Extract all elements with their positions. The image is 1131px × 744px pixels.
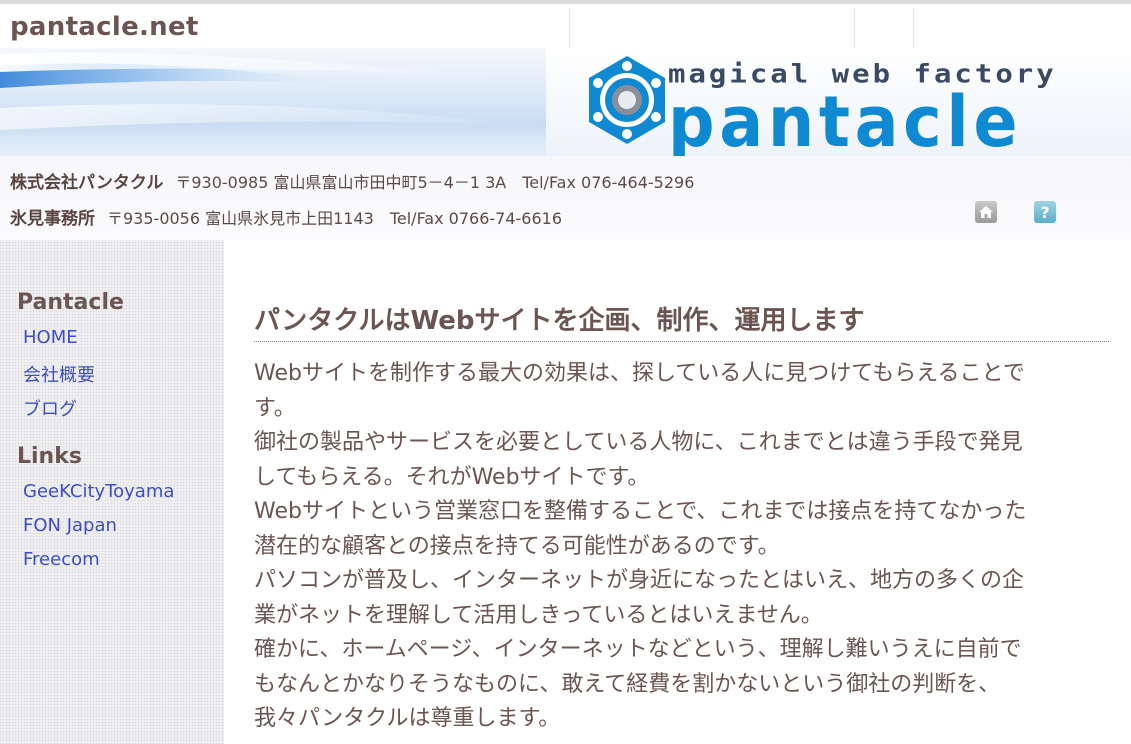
paragraph-line: す。: [254, 395, 296, 421]
paragraph-line: 業がネットを理解して活用しきっているとはいえません。: [254, 602, 823, 628]
sidebar-item-freecom[interactable]: Freecom: [23, 549, 100, 570]
branch-office-address: 〒935-0056 富山県氷見市上田1143 Tel/Fax 0766-74-6…: [107, 209, 563, 228]
sidebar-item-company[interactable]: 会社概要: [23, 361, 95, 387]
paragraph-line: 御社の製品やサービスを必要としている人物に、これまでとは違う手段で発見: [254, 430, 1023, 455]
main-office-line: 株式会社パンタクル 〒930-0985 富山県富山市田中町5－4－1 3A Tel…: [10, 168, 694, 193]
paragraph-line: してもらえる。それがWebサイトです。: [254, 464, 650, 490]
paragraph-line: パソコンが普及し、インターネットが身近になったとはいえ、地方の多くの企: [254, 568, 1025, 593]
sidebar-item-geekcitytoyama[interactable]: GeeKCityToyama: [23, 481, 174, 502]
sidebar-heading-pantacle: Pantacle: [17, 290, 124, 315]
paragraph-line: もなんとかなりそうなものに、敢えて経費を割かないという御社の判断を、: [254, 671, 1001, 697]
company-info: 株式会社パンタクル 〒930-0985 富山県富山市田中町5－4－1 3A Tel…: [0, 156, 1131, 240]
main-content: パンタクルはWebサイトを企画、制作、運用します Webサイトを制作する最大の効…: [224, 240, 1131, 744]
title-divider: [913, 8, 914, 48]
help-glyph: ?: [1040, 202, 1050, 222]
page-heading: パンタクルはWebサイトを企画、制作、運用します: [254, 306, 865, 336]
sidebar-item-blog[interactable]: ブログ: [23, 395, 77, 421]
branch-office-line: 氷見事務所 〒935-0056 富山県氷見市上田1143 Tel/Fax 0766…: [10, 204, 562, 229]
home-icon-glyph: [979, 206, 993, 218]
header-banner: magical web factory pantacle: [0, 48, 1131, 156]
paragraph-line: 潜在的な顧客との接点を持てる可能性があるのです。: [254, 533, 780, 559]
site-title[interactable]: pantacle.net: [10, 12, 199, 42]
paragraph-line: 確かに、ホームページ、インターネットなどという、理解し難いうえに自前で: [254, 637, 1022, 662]
sidebar-item-home[interactable]: HOME: [23, 327, 78, 348]
title-divider: [569, 8, 570, 48]
paragraph-line: Webサイトという営業窓口を整備することで、これまでは接点を持てなかった: [254, 499, 1027, 524]
paragraph-line: 我々パンタクルは尊重します。: [254, 706, 561, 731]
main-office-name: 株式会社パンタクル: [10, 173, 164, 193]
intro-paragraph: Webサイトを制作する最大の効果は、探している人に見つけてもらえることで す。 …: [254, 357, 1114, 737]
home-icon[interactable]: [975, 201, 997, 223]
title-bar: pantacle.net: [0, 4, 1131, 48]
branch-office-name: 氷見事務所: [10, 209, 95, 229]
main-office-address: 〒930-0985 富山県富山市田中町5－4－1 3A Tel/Fax 076-…: [175, 173, 695, 192]
title-divider: [854, 8, 855, 48]
sidebar-item-fon-japan[interactable]: FON Japan: [23, 515, 117, 536]
heading-rule: [254, 341, 1109, 342]
sidebar-heading-links: Links: [17, 444, 82, 469]
banner-brand: pantacle: [668, 81, 1023, 156]
paragraph-line: Webサイトを制作する最大の効果は、探している人に見つけてもらえることで: [254, 361, 1025, 386]
help-icon[interactable]: ?: [1034, 201, 1056, 223]
sidebar: Pantacle HOME 会社概要 ブログ Links GeeKCityToy…: [0, 240, 224, 744]
